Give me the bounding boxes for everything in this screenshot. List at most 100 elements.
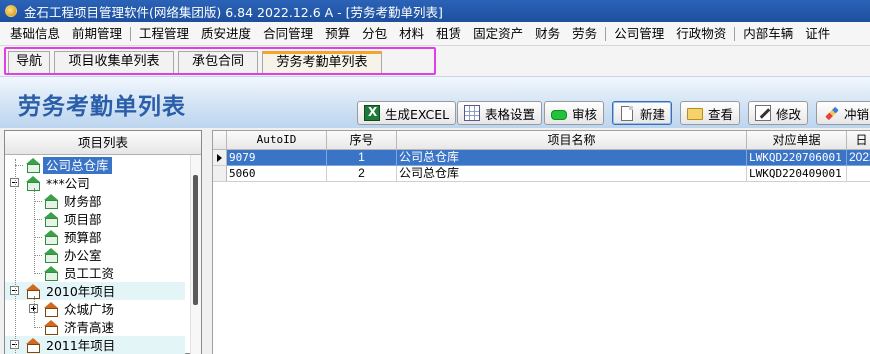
new-button[interactable]: 新建 — [612, 101, 673, 125]
tree-node[interactable]: 公司总仓库 — [25, 156, 112, 174]
new-label: 新建 — [640, 106, 666, 122]
document-tabs: 导航 项目收集单列表 承包合同 劳务考勤单列表 — [0, 46, 870, 76]
department-house-icon — [43, 194, 59, 209]
tree-node[interactable]: 众城广场 — [43, 300, 117, 318]
edit-label: 修改 — [776, 106, 802, 122]
tree-connector — [15, 165, 23, 166]
cell-seq[interactable]: 1 — [327, 150, 397, 166]
menu-item-company[interactable]: 公司管理 — [608, 22, 670, 45]
cell-autoid[interactable]: 5060 — [227, 166, 327, 182]
tree-connector — [34, 219, 42, 220]
tree-connector — [34, 255, 42, 256]
audit-button[interactable]: 审核 — [544, 101, 605, 125]
menu-separator — [130, 26, 132, 41]
tree-node[interactable]: 财务部 — [43, 192, 105, 210]
tree-connector — [34, 237, 42, 238]
scrollbar-thumb[interactable] — [193, 175, 198, 305]
cell-document[interactable]: LWKQD220706001 — [747, 150, 847, 166]
menu-item-budget[interactable]: 预算 — [319, 22, 356, 45]
menu-item-contract[interactable]: 合同管理 — [257, 22, 319, 45]
tree-node-label: 预算部 — [64, 229, 102, 245]
tree-connector — [15, 159, 16, 354]
menu-item-lease[interactable]: 租赁 — [430, 22, 467, 45]
menu-item-quality-safety[interactable]: 质安进度 — [195, 22, 257, 45]
window-titlebar: 金石工程项目管理软件(网络集团版) 6.84 2022.12.6 A - [劳务… — [0, 0, 870, 22]
window-title: 金石工程项目管理软件(网络集团版) 6.84 2022.12.6 A - [劳务… — [24, 4, 443, 20]
department-house-icon — [43, 248, 59, 263]
column-header-date[interactable]: 日 — [847, 131, 870, 150]
tree-node[interactable]: 2011年项目 — [5, 336, 185, 354]
table-row[interactable]: 5060 2 公司总仓库 LWKQD220409001 — [213, 166, 870, 182]
project-tree-scrollbar[interactable] — [190, 155, 201, 354]
menu-item-materials[interactable]: 材料 — [393, 22, 430, 45]
cell-date[interactable] — [847, 166, 870, 182]
menu-item-certificates[interactable]: 证件 — [799, 22, 836, 45]
tree-node-label: 办公室 — [64, 247, 102, 263]
grid-settings-label: 表格设置 — [485, 106, 536, 122]
column-header-document[interactable]: 对应单据 — [747, 131, 847, 150]
menu-item-fixed-assets[interactable]: 固定资产 — [467, 22, 529, 45]
current-row-arrow-icon — [217, 154, 222, 162]
tree-node[interactable]: 济青高速 — [43, 318, 117, 336]
tree-node[interactable]: ***公司 — [25, 174, 93, 192]
edit-button[interactable]: 修改 — [748, 101, 809, 125]
green-check-icon — [551, 109, 567, 120]
tree-node-label: 众城广场 — [64, 301, 115, 317]
project-list-header: 项目列表 — [5, 131, 201, 155]
tree-node[interactable]: 员工工资 — [43, 264, 117, 282]
project-house-icon — [43, 320, 59, 335]
cell-autoid[interactable]: 9079 — [227, 150, 327, 166]
tree-node-label: ***公司 — [46, 175, 90, 191]
cell-project[interactable]: 公司总仓库 — [397, 150, 747, 166]
column-header-seq[interactable]: 序号 — [327, 131, 397, 150]
reverse-label: 冲销 — [844, 106, 870, 122]
menu-item-preliminary[interactable]: 前期管理 — [66, 22, 128, 45]
menu-item-labor[interactable]: 劳务 — [566, 22, 603, 45]
project-house-icon — [43, 302, 59, 317]
menu-item-engineering[interactable]: 工程管理 — [133, 22, 195, 45]
tree-node[interactable]: 2010年项目 — [5, 282, 185, 300]
menu-item-vehicles[interactable]: 内部车辆 — [737, 22, 799, 45]
project-list-panel: 项目列表 公司总仓库 ***公司财务部项目部预算部办公室员工工资 2010年项目众城… — [4, 130, 202, 354]
generate-excel-button[interactable]: 生成EXCEL — [357, 101, 457, 125]
grid-settings-button[interactable]: 表格设置 — [457, 101, 543, 125]
tree-node-label: 员工工资 — [64, 265, 115, 281]
column-header-project[interactable]: 项目名称 — [397, 131, 747, 150]
tree-node-label: 项目部 — [64, 211, 102, 227]
view-button[interactable]: 查看 — [680, 101, 741, 125]
page-title: 劳务考勤单列表 — [18, 93, 186, 120]
menu-separator — [605, 26, 607, 41]
menu-bar: 基础信息 前期管理 工程管理 质安进度 合同管理 预算 分包 材料 租赁 固定资… — [0, 22, 870, 46]
tree-node-label: 财务部 — [64, 193, 102, 209]
cell-seq[interactable]: 2 — [327, 166, 397, 182]
cell-document[interactable]: LWKQD220409001 — [747, 166, 847, 182]
reverse-button[interactable]: 冲销 — [816, 101, 870, 125]
department-house-icon — [43, 266, 59, 281]
tree-connector — [34, 201, 42, 202]
tab-navigation[interactable]: 导航 — [8, 51, 50, 73]
tree-node[interactable]: 办公室 — [43, 246, 105, 264]
tree-connector — [34, 327, 42, 328]
tree-node[interactable]: 项目部 — [43, 210, 105, 228]
department-house-icon — [25, 158, 41, 173]
tab-project-collection-list[interactable]: 项目收集单列表 — [54, 51, 174, 73]
cell-project[interactable]: 公司总仓库 — [397, 166, 747, 182]
department-house-icon — [25, 176, 41, 191]
project-house-icon — [25, 284, 41, 299]
tree-node[interactable]: 预算部 — [43, 228, 105, 246]
tree-node-label: 2010年项目 — [46, 283, 116, 299]
table-row[interactable]: 90791公司总仓库LWKQD2207060012022 — [213, 150, 870, 166]
row-indicator[interactable] — [213, 150, 227, 166]
menu-item-admin-supplies[interactable]: 行政物资 — [670, 22, 732, 45]
menu-item-finance[interactable]: 财务 — [529, 22, 566, 45]
row-indicator[interactable] — [213, 166, 227, 182]
cell-date[interactable]: 2022 — [847, 150, 870, 166]
menu-item-subcontract[interactable]: 分包 — [356, 22, 393, 45]
tab-labor-attendance-list[interactable]: 劳务考勤单列表 — [262, 51, 382, 73]
column-header-autoid[interactable]: AutoID — [227, 131, 327, 150]
tab-main-contract[interactable]: 承包合同 — [178, 51, 258, 73]
pen-icon — [823, 105, 839, 121]
menu-item-basic-info[interactable]: 基础信息 — [4, 22, 66, 45]
tree-connector — [34, 273, 42, 274]
tree-connector — [34, 188, 35, 274]
